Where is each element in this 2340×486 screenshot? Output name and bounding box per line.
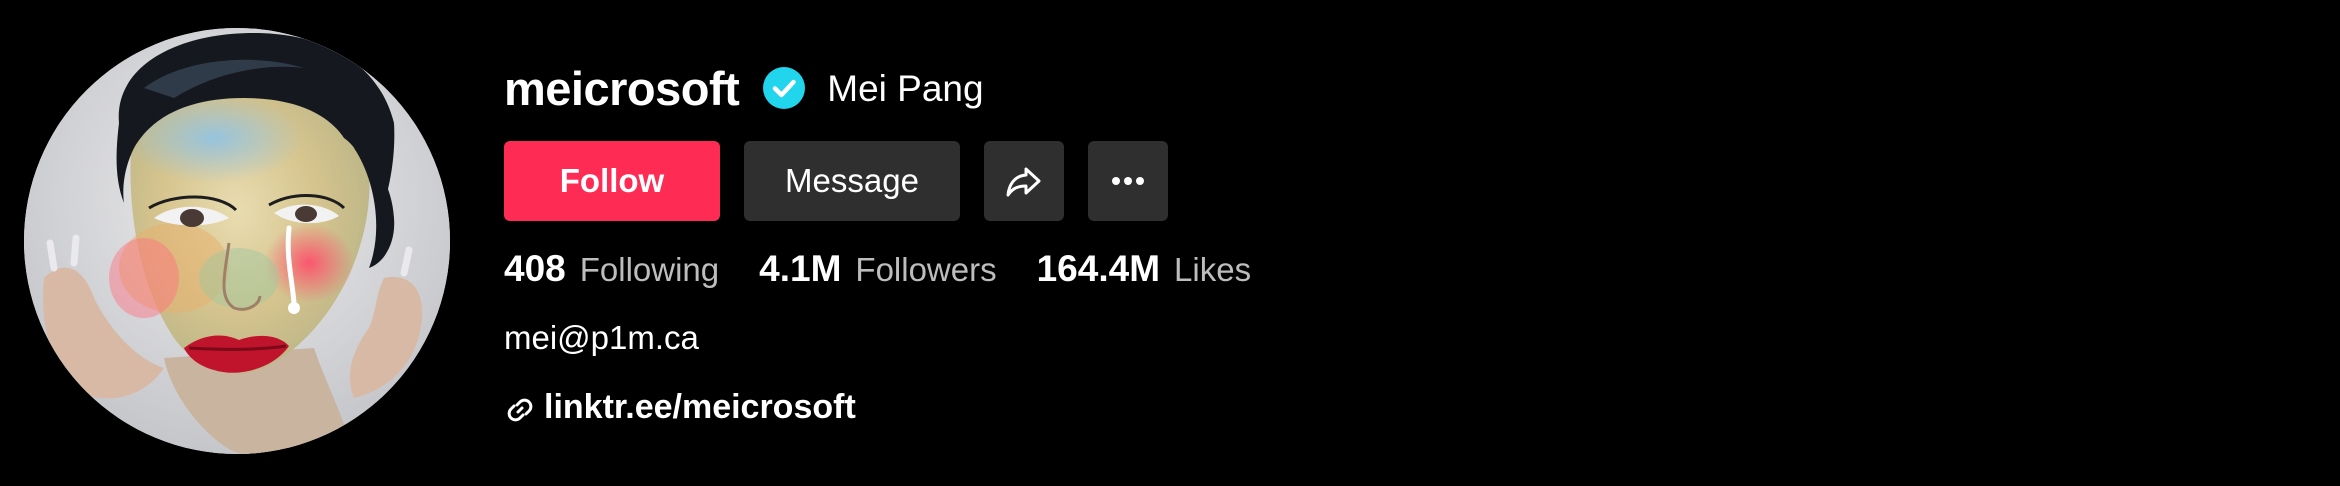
stat-label: Following: [579, 251, 720, 288]
profile-stats: 408 Following 4.1M Followers 164.4M Like…: [504, 248, 1291, 290]
link-icon: [507, 398, 533, 422]
bio-link-text[interactable]: linktr.ee/meicrosoft: [544, 388, 856, 427]
bio-link[interactable]: linktr.ee/meicrosoft: [504, 386, 856, 428]
stat-followers[interactable]: 4.1M Followers: [759, 248, 996, 290]
avatar-portrait: [24, 28, 450, 454]
share-button[interactable]: [984, 141, 1064, 221]
more-dots-icon: [1112, 177, 1144, 185]
stat-following[interactable]: 408 Following: [504, 248, 719, 290]
stat-value: 408: [504, 248, 566, 289]
name-row: meicrosoft Mei Pang: [504, 56, 984, 120]
stat-value: 164.4M: [1036, 248, 1161, 289]
username: meicrosoft: [504, 61, 740, 115]
follow-button[interactable]: Follow: [504, 141, 720, 221]
share-arrow-icon: [1006, 167, 1041, 197]
profile-actions: Follow Message: [504, 141, 1168, 221]
profile-info: meicrosoft Mei Pang Follow Message 408 F…: [504, 0, 2340, 486]
stat-label: Likes: [1174, 251, 1252, 288]
stat-likes: 164.4M Likes: [1037, 248, 1251, 290]
nickname: Mei Pang: [827, 67, 984, 109]
stat-label: Followers: [855, 251, 997, 288]
stat-value: 4.1M: [759, 248, 842, 289]
avatar[interactable]: [24, 28, 450, 454]
message-button[interactable]: Message: [744, 141, 960, 221]
verified-check-icon: [763, 67, 806, 109]
bio-text: mei@p1m.ca: [504, 319, 699, 356]
more-options-button[interactable]: [1088, 141, 1168, 221]
